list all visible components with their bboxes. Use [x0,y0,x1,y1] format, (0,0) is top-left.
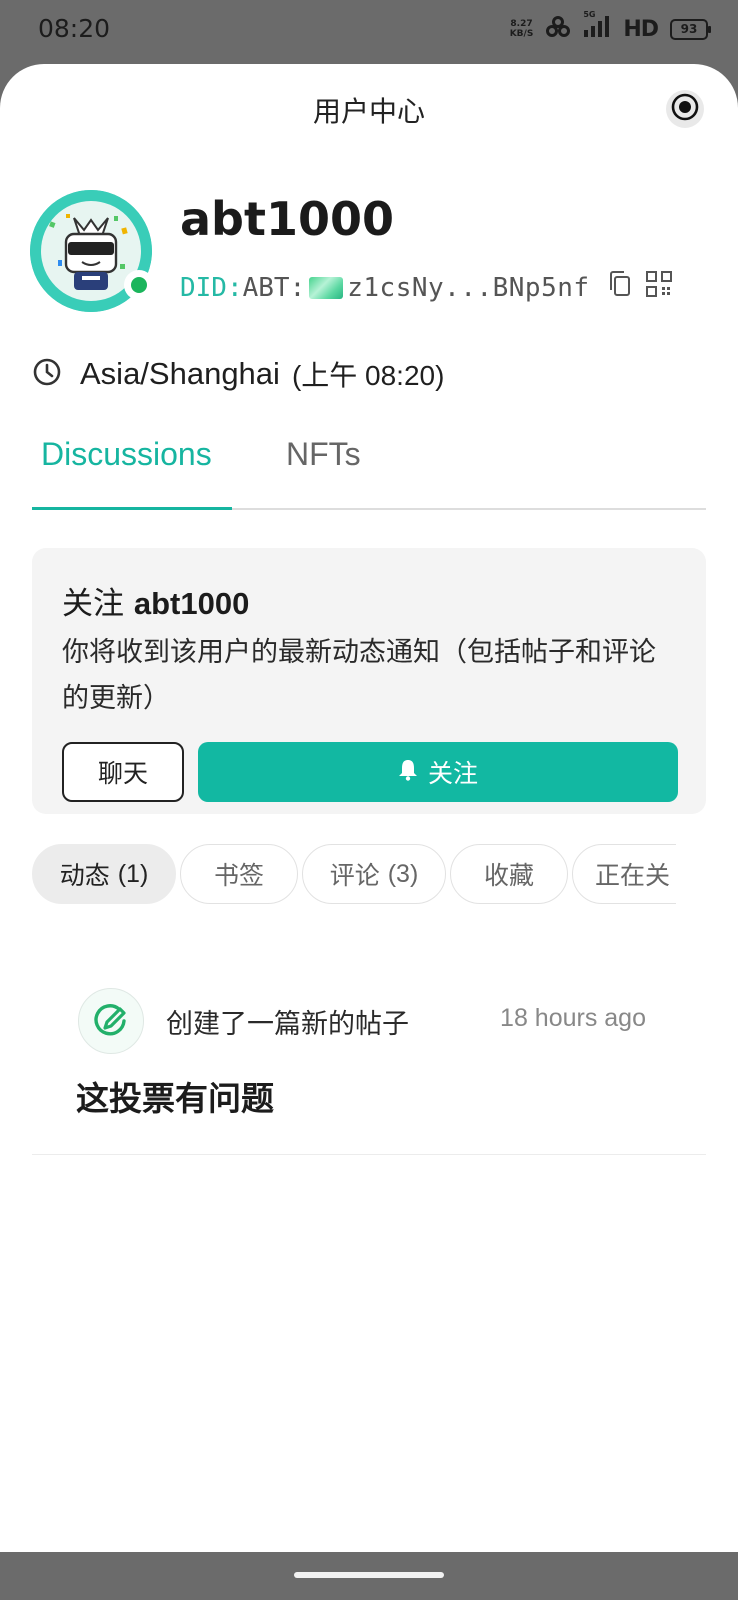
avatar-container[interactable] [30,190,154,312]
qr-code-icon[interactable] [645,271,672,304]
filter-following[interactable]: 正在关 [572,844,676,904]
page-title: 用户中心 [312,95,425,128]
filter-label: 评论 [329,861,380,890]
hotspot-icon [545,16,571,42]
follow-card-description: 你将收到该用户的最新动态通知（包括帖子和评论的更新） [62,637,656,714]
did-avatar-icon [309,276,344,299]
tab-nfts[interactable]: NFTs [286,436,361,473]
activity-action: 创建了一篇新的帖子 [166,1009,409,1040]
filter-count: (3) [387,859,419,888]
clock-icon [32,357,62,391]
home-indicator[interactable] [294,1572,444,1578]
filter-label: 正在关 [595,861,671,890]
did-prefix: DID: [180,272,243,303]
filter-bookmarks[interactable]: 书签 [180,844,298,904]
follow-title-user: abt1000 [133,586,250,621]
did-chain: ABT: [242,272,306,303]
network-speed: 8.27 KB/S [510,19,534,39]
filter-label: 收藏 [483,861,534,890]
profile-tabs: Discussions NFTs [32,436,706,510]
timezone-row: Asia/Shanghai (上午 08:20) [32,354,444,394]
follow-button[interactable]: 关注 [198,742,678,802]
follow-title-prefix: 关注 [62,586,124,622]
status-icons: 8.27 KB/S 5G HD 93 [510,10,711,42]
follow-button-label: 关注 [427,759,478,788]
did-value[interactable]: z1csNy...BNp5nf [347,273,589,303]
post-title[interactable]: 这投票有问题 [76,1072,274,1120]
target-button[interactable] [666,90,704,128]
username: abt1000 [180,192,394,246]
follow-card: 关注 abt1000 你将收到该用户的最新动态通知（包括帖子和评论的更新） 聊天… [32,548,706,814]
filter-activity[interactable]: 动态 (1) [32,844,176,904]
filter-favorites[interactable]: 收藏 [450,844,568,904]
edit-icon [78,988,144,1054]
tab-discussions[interactable]: Discussions [41,436,212,473]
target-icon [670,92,700,126]
battery-icon: 93 [670,18,711,40]
local-time: (上午 08:20) [291,360,445,391]
timezone: Asia/Shanghai [80,356,280,391]
activity-filter-bar: 动态 (1) 书签 评论 (3) 收藏 正在关 [32,844,676,908]
navigation-bar [0,1552,738,1600]
did-row: DID: ABT: z1csNy...BNp5nf [180,270,672,305]
signal-label: 5G [583,10,596,19]
active-tab-indicator [32,507,232,510]
copy-icon[interactable] [608,270,632,305]
bell-icon [398,758,418,787]
filter-comments[interactable]: 评论 (3) [302,844,446,904]
clock: 08:20 [38,14,111,43]
user-center-sheet: 用户中心 abt1000 DID: ABT: z1csNy...BNp5nf A… [0,64,738,1552]
activity-timestamp: 18 hours ago [500,1004,646,1032]
network-speed-unit: KB/S [509,29,534,39]
network-speed-value: 8.27 [510,19,533,29]
activity-item[interactable]: 创建了一篇新的帖子 18 hours ago 这投票有问题 [32,984,706,1155]
filter-count: (1) [117,859,149,888]
filter-label: 书签 [213,861,264,890]
hd-indicator: HD [623,16,659,42]
signal-icon: 5G [583,10,611,42]
status-bar: 08:20 8.27 KB/S 5G HD 93 [0,0,738,64]
follow-card-title: 关注 abt1000 [62,578,249,623]
filter-label: 动态 [59,861,110,890]
online-status-indicator [124,270,154,300]
chat-button[interactable]: 聊天 [62,742,184,802]
